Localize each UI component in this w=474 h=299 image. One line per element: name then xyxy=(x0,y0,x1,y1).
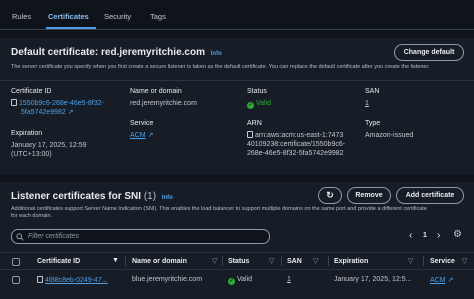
row-service-link[interactable]: ACM xyxy=(430,277,446,284)
refresh-icon: ↻ xyxy=(326,190,334,200)
tab-bar: Rules Certificates Security Tags xyxy=(0,0,474,30)
san-value[interactable]: 1 xyxy=(365,99,369,108)
service-link[interactable]: ACM xyxy=(130,132,146,139)
certificate-id-value[interactable]: 1550b9c6-268e-46e5-8f32- 5fa5742e9982 ↗ xyxy=(11,99,104,117)
row-divider xyxy=(0,269,474,270)
change-default-button[interactable]: Change default xyxy=(394,44,464,61)
external-link-icon[interactable]: ↗ xyxy=(448,276,454,284)
sort-icon[interactable]: ▽ xyxy=(313,257,318,265)
check-circle-icon: ✓ xyxy=(228,278,235,285)
column-expiration[interactable]: Expiration xyxy=(334,258,368,265)
default-certificate-title: Default certificate: red.jeremyritchie.c… xyxy=(11,47,222,58)
info-link[interactable]: Info xyxy=(162,195,173,201)
status-value: ✓ Valid xyxy=(247,99,271,109)
row-san[interactable]: 1 xyxy=(287,276,291,283)
sort-icon[interactable]: ▽ xyxy=(462,257,467,265)
column-status[interactable]: Status xyxy=(228,258,249,265)
arn-line-3: 268e-46e5-8f32-5fa5742e9982 xyxy=(247,150,344,157)
tab-certificates[interactable]: Certificates xyxy=(48,12,89,21)
default-certificate-description: The server certificate you specify when … xyxy=(11,64,430,70)
tab-security[interactable]: Security xyxy=(104,12,131,21)
row-status: ✓ Valid xyxy=(228,276,252,285)
row-service[interactable]: ACM ↗ xyxy=(430,276,453,284)
copy-icon[interactable] xyxy=(11,99,17,106)
certificate-id-link-cont[interactable]: 5fa5742e9982 xyxy=(21,109,66,116)
status-label: Status xyxy=(247,88,267,95)
page-number[interactable]: 1 xyxy=(423,232,427,239)
row-name-or-domain: blue.jeremyritchie.com xyxy=(132,276,203,283)
sni-description: Additional certificates support Server N… xyxy=(11,206,471,220)
expiration-value: January 17, 2025, 12:59 (UTC+13:00) xyxy=(11,141,87,159)
arn-line-1: arn:aws:acm:us-east-1:7473 xyxy=(255,132,344,139)
sort-icon[interactable]: ▽ xyxy=(212,257,217,265)
tab-tags[interactable]: Tags xyxy=(150,12,166,21)
type-value: Amazon-issued xyxy=(365,132,414,139)
column-divider xyxy=(281,256,282,266)
name-or-domain-label: Name or domain xyxy=(130,88,182,95)
external-link-icon[interactable]: ↗ xyxy=(68,108,74,117)
check-circle-icon: ✓ xyxy=(247,102,254,109)
copy-icon[interactable] xyxy=(37,276,43,283)
column-certificate-id[interactable]: Certificate ID xyxy=(37,258,80,265)
sort-icon[interactable]: ▽ xyxy=(269,257,274,265)
service-value[interactable]: ACM ↗ xyxy=(130,131,153,140)
row-status-text: Valid xyxy=(237,276,253,283)
sort-icon[interactable]: ▽ xyxy=(408,257,413,265)
copy-icon[interactable] xyxy=(247,131,253,138)
remove-button[interactable]: Remove xyxy=(347,187,391,204)
column-service[interactable]: Service xyxy=(430,258,455,265)
service-label: Service xyxy=(130,120,154,127)
sni-heading: Listener certificates for SNI xyxy=(11,191,142,202)
column-divider xyxy=(423,256,424,266)
default-certificate-panel: Default certificate: red.jeremyritchie.c… xyxy=(0,38,474,175)
column-name-or-domain[interactable]: Name or domain xyxy=(132,258,187,265)
arn-label: ARN xyxy=(247,120,262,127)
certificate-id-link[interactable]: 1550b9c6-268e-46e5-8f32- xyxy=(19,100,104,107)
row-expiration: January 17, 2025, 12:5... xyxy=(334,276,412,283)
expiration-line-1: January 17, 2025, 12:59 xyxy=(11,142,87,149)
divider xyxy=(0,80,474,81)
arn-value: arn:aws:acm:us-east-1:7473 40109238:cert… xyxy=(247,131,345,158)
settings-gear-icon[interactable]: ⚙ xyxy=(453,229,462,240)
info-link[interactable]: Info xyxy=(211,51,222,57)
active-tab-indicator xyxy=(46,27,96,29)
search-icon xyxy=(16,233,24,241)
sni-description-line-2: for each domain. xyxy=(11,213,52,219)
column-divider xyxy=(328,256,329,266)
type-label: Type xyxy=(365,120,381,127)
status-text: Valid xyxy=(256,100,272,107)
expiration-line-2: (UTC+13:00) xyxy=(11,151,52,158)
column-divider xyxy=(125,256,126,266)
tab-rules[interactable]: Rules xyxy=(12,12,31,21)
search-placeholder: Filter certificates xyxy=(28,233,79,240)
sni-title: Listener certificates for SNI (1) Info xyxy=(11,191,173,202)
sni-count: (1) xyxy=(143,191,157,202)
default-certificate-heading: Default certificate: xyxy=(11,47,99,58)
external-link-icon[interactable]: ↗ xyxy=(148,131,154,140)
previous-page-icon[interactable]: ‹ xyxy=(409,230,412,241)
row-certificate-id-link[interactable]: 4f88c8eb-0249-47... xyxy=(45,277,108,284)
default-certificate-domain: red.jeremyritchie.com xyxy=(101,47,205,58)
expiration-label: Expiration xyxy=(11,130,43,137)
san-label: SAN xyxy=(365,88,380,95)
column-san[interactable]: SAN xyxy=(287,258,302,265)
sni-description-line-1: Additional certificates support Server N… xyxy=(11,206,427,212)
filter-certificates-input[interactable]: Filter certificates xyxy=(11,229,270,244)
arn-line-2: 40109238:certificate/1550b9c6- xyxy=(247,141,346,148)
next-page-icon[interactable]: › xyxy=(437,230,440,241)
select-all-checkbox[interactable] xyxy=(12,258,20,266)
column-divider xyxy=(222,256,223,266)
row-checkbox[interactable] xyxy=(12,276,20,284)
add-certificate-button[interactable]: Add certificate xyxy=(396,187,464,204)
table-top-divider xyxy=(0,252,474,253)
name-or-domain-value: red.jeremyritchie.com xyxy=(130,100,197,107)
refresh-button[interactable]: ↻ xyxy=(318,187,342,204)
row-certificate-id[interactable]: 4f88c8eb-0249-47... xyxy=(37,276,108,284)
sort-down-icon[interactable]: ▼ xyxy=(112,257,119,264)
certificate-id-label: Certificate ID xyxy=(11,88,52,95)
